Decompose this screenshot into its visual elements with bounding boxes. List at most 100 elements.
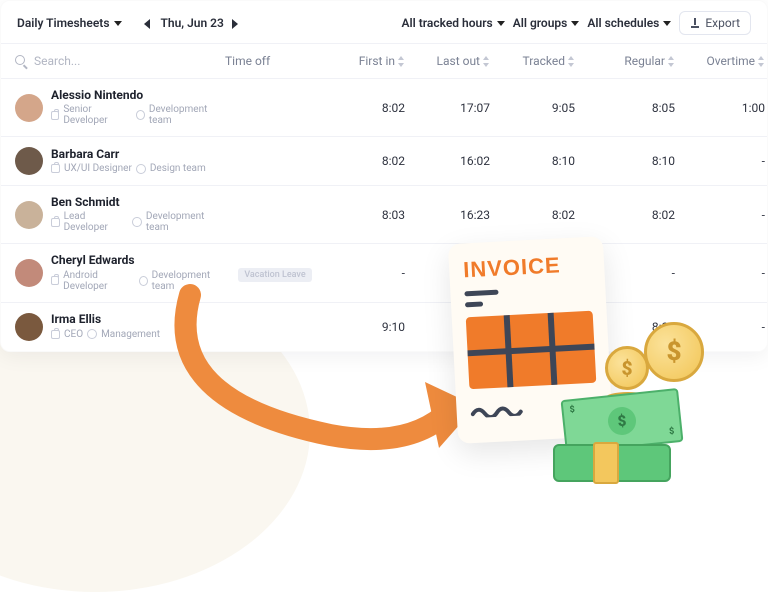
team-icon <box>136 164 146 174</box>
briefcase-icon <box>51 164 60 173</box>
employee-name: Barbara Carr <box>51 148 206 161</box>
employee-meta: UX/UI Designer Design team <box>51 163 206 174</box>
employee-team: Development team <box>149 104 225 126</box>
avatar <box>15 94 43 122</box>
overtime-cell: 1:00 <box>675 101 765 115</box>
search-input[interactable]: Search... <box>15 54 80 68</box>
view-selector-label: Daily Timesheets <box>17 16 110 30</box>
chevron-down-icon <box>497 21 505 26</box>
last-out-cell: 17:07 <box>405 101 490 115</box>
employee-name: Irma Ellis <box>51 313 160 326</box>
search-placeholder: Search... <box>34 54 80 68</box>
filter-tracked-hours-label: All tracked hours <box>402 16 493 30</box>
download-icon <box>690 18 701 29</box>
avatar <box>15 147 43 175</box>
col-overtime[interactable]: Overtime <box>675 54 765 68</box>
coin-icon: $ <box>605 346 649 390</box>
chevron-down-icon <box>571 21 579 26</box>
view-selector[interactable]: Daily Timesheets <box>17 16 122 30</box>
table-row[interactable]: Barbara Carr UX/UI Designer Design team … <box>1 136 767 185</box>
export-label: Export <box>705 16 740 30</box>
col-lastout[interactable]: Last out <box>405 54 490 68</box>
timeoff-cell: Vacation Leave <box>238 266 311 280</box>
date-label[interactable]: Thu, Jun 23 <box>161 16 224 30</box>
prev-day-button[interactable] <box>144 19 153 28</box>
sort-icon <box>758 56 765 67</box>
sort-icon <box>668 56 675 67</box>
employee-team: Design team <box>150 163 206 174</box>
employee-meta: CEO Management <box>51 329 160 340</box>
employee-role: Senior Developer <box>63 104 131 126</box>
overtime-cell: - <box>675 208 765 222</box>
employee-meta: Senior Developer Development team <box>51 104 225 126</box>
regular-cell: 8:02 <box>575 208 675 222</box>
chevron-down-icon <box>663 21 671 26</box>
overtime-cell: - <box>675 154 765 168</box>
col-tracked[interactable]: Tracked <box>490 54 575 68</box>
employee-name: Ben Schmidt <box>51 196 225 209</box>
sort-icon <box>568 56 575 67</box>
employee-team: Development team <box>146 211 225 233</box>
briefcase-icon <box>51 111 59 120</box>
invoice-title: INVOICE <box>463 251 591 284</box>
col-timeoff[interactable]: Time off <box>225 54 325 68</box>
filter-schedules-label: All schedules <box>587 16 659 30</box>
employee-name: Cheryl Edwards <box>51 254 225 267</box>
employee-role: Lead Developer <box>64 211 129 233</box>
cash-illustration: $$$ <box>543 402 683 482</box>
tracked-cell: 8:02 <box>490 208 575 222</box>
team-icon <box>136 110 145 120</box>
chevron-down-icon <box>114 21 122 26</box>
briefcase-icon <box>51 276 59 285</box>
decorative-line <box>464 290 498 297</box>
filter-schedules[interactable]: All schedules <box>587 16 671 30</box>
timeoff-tag: Vacation Leave <box>238 268 311 282</box>
export-button[interactable]: Export <box>679 11 751 35</box>
decorative-arrow <box>170 290 490 470</box>
first-in-cell: 8:02 <box>325 154 405 168</box>
tracked-cell: 8:10 <box>490 154 575 168</box>
team-icon <box>132 217 142 227</box>
invoice-table-icon <box>466 311 597 390</box>
employee-team: Management <box>101 329 160 340</box>
team-icon <box>87 329 97 339</box>
table-row[interactable]: Alessio Nintendo Senior Developer Develo… <box>1 78 767 136</box>
table-header: Search... Time off First in Last out Tra… <box>1 43 767 78</box>
coin-icon: $ <box>644 322 704 382</box>
employee-role: UX/UI Designer <box>64 163 132 174</box>
avatar <box>15 201 43 229</box>
last-out-cell: 16:23 <box>405 208 490 222</box>
decorative-line <box>465 301 483 307</box>
avatar <box>15 259 43 287</box>
next-day-button[interactable] <box>232 19 241 28</box>
employee-meta: Lead Developer Development team <box>51 211 225 233</box>
sort-icon <box>483 56 490 67</box>
last-out-cell: 16:02 <box>405 154 490 168</box>
regular-cell: 8:10 <box>575 154 675 168</box>
filter-tracked-hours[interactable]: All tracked hours <box>402 16 505 30</box>
col-firstin[interactable]: First in <box>325 54 405 68</box>
briefcase-icon <box>51 330 60 339</box>
team-icon <box>139 276 148 286</box>
employee-meta: Android Developer Development team <box>51 270 225 292</box>
regular-cell: 8:05 <box>575 101 675 115</box>
employee-cell: Ben Schmidt Lead Developer Development t… <box>15 196 225 233</box>
employee-role: Android Developer <box>63 270 134 292</box>
employee-role: CEO <box>64 329 83 340</box>
tracked-cell: 9:05 <box>490 101 575 115</box>
sort-icon <box>398 56 405 67</box>
filter-groups-label: All groups <box>513 16 568 30</box>
filter-groups[interactable]: All groups <box>513 16 580 30</box>
first-in-cell: 8:02 <box>325 101 405 115</box>
first-in-cell: - <box>325 266 405 280</box>
employee-cell: Barbara Carr UX/UI Designer Design team <box>15 147 225 175</box>
table-row[interactable]: Ben Schmidt Lead Developer Development t… <box>1 185 767 243</box>
col-regular[interactable]: Regular <box>575 54 675 68</box>
overtime-cell: - <box>675 266 765 280</box>
briefcase-icon <box>51 218 60 227</box>
avatar <box>15 313 43 341</box>
toolbar: Daily Timesheets Thu, Jun 23 All tracked… <box>1 1 767 43</box>
search-icon <box>15 55 28 68</box>
first-in-cell: 8:03 <box>325 208 405 222</box>
employee-cell: Alessio Nintendo Senior Developer Develo… <box>15 89 225 126</box>
